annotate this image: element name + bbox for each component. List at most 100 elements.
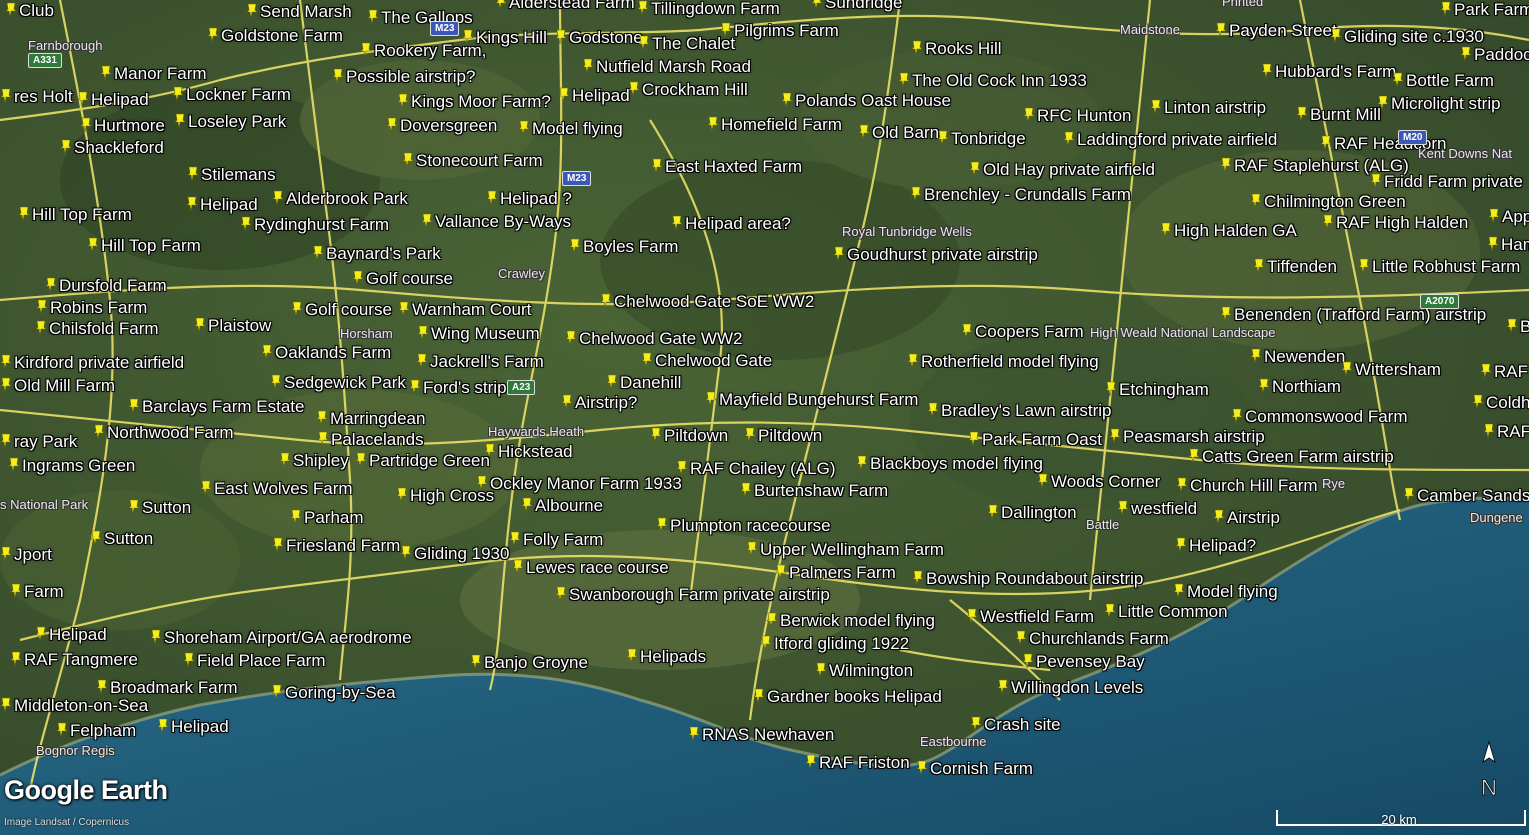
pushpin-icon[interactable] [18, 206, 30, 222]
placemark[interactable]: Middleton-on-Sea [0, 697, 148, 715]
pushpin-icon[interactable] [561, 394, 573, 410]
placemark[interactable]: Linton airstrip [1150, 99, 1266, 117]
placemark[interactable]: Old Hay private airfield [969, 161, 1155, 179]
placemark[interactable]: Pilgrims Farm [720, 22, 839, 40]
pushpin-icon[interactable] [1173, 583, 1185, 599]
placemark[interactable]: Model flying [518, 120, 623, 138]
placemark[interactable]: Partridge Green [355, 452, 490, 470]
pushpin-icon[interactable] [912, 570, 924, 586]
placemark[interactable]: Catts Green Farm airstrip [1188, 448, 1394, 466]
placemark[interactable]: Robins Farm [36, 299, 147, 317]
placemark[interactable]: Swanborough Farm private airstrip [555, 586, 830, 604]
placemark[interactable]: Shackleford [60, 139, 164, 157]
pushpin-icon[interactable] [805, 754, 817, 770]
pushpin-icon[interactable] [970, 716, 982, 732]
pushpin-icon[interactable] [1261, 63, 1273, 79]
pushpin-icon[interactable] [291, 301, 303, 317]
pushpin-icon[interactable] [961, 323, 973, 339]
placemark[interactable]: Newenden [1250, 348, 1345, 366]
pushpin-icon[interactable] [317, 431, 329, 447]
pushpin-icon[interactable] [1105, 381, 1117, 397]
placemark[interactable]: Doversgreen [386, 117, 497, 135]
pushpin-icon[interactable] [1022, 653, 1034, 669]
pushpin-icon[interactable] [766, 612, 778, 628]
placemark[interactable]: Lewes race course [512, 559, 669, 577]
pushpin-icon[interactable] [200, 480, 212, 496]
pushpin-icon[interactable] [360, 42, 372, 58]
pushpin-icon[interactable] [1023, 107, 1035, 123]
pushpin-icon[interactable] [650, 427, 662, 443]
placemark[interactable]: Burnt Mill [1296, 106, 1381, 124]
placemark[interactable]: Vallance By-Ways [421, 213, 571, 231]
placemark[interactable]: Bradley's Lawn airstrip [927, 402, 1111, 420]
pushpin-icon[interactable] [688, 726, 700, 742]
placemark[interactable]: Bro [1506, 318, 1529, 336]
placemark[interactable]: Danehill [606, 374, 681, 392]
placemark[interactable]: RAF B [1480, 363, 1529, 381]
pushpin-icon[interactable] [927, 402, 939, 418]
placemark[interactable]: Chelwood Gate SoE WW2 [600, 293, 814, 311]
map-view[interactable]: Club Send Marsh The Gallops Alderstead Farm… [0, 0, 1529, 835]
placemark[interactable]: Banjo Groyne [470, 654, 588, 672]
pushpin-icon[interactable] [1160, 222, 1172, 238]
placemark[interactable]: Helipad [157, 718, 229, 736]
pushpin-icon[interactable] [462, 29, 474, 45]
pushpin-icon[interactable] [194, 317, 206, 333]
placemark[interactable]: RAF High Halden [1322, 214, 1468, 232]
placemark[interactable]: Northwood Farm [93, 424, 234, 442]
pushpin-icon[interactable] [270, 374, 282, 390]
pushpin-icon[interactable] [966, 608, 978, 624]
placemark[interactable]: Parham [290, 509, 364, 527]
pushpin-icon[interactable] [744, 427, 756, 443]
placemark[interactable]: RAF Tangmere [10, 651, 138, 669]
pushpin-icon[interactable] [409, 379, 421, 395]
pushpin-icon[interactable] [246, 3, 258, 19]
placemark[interactable]: Hill Top Farm [87, 237, 201, 255]
pushpin-icon[interactable] [486, 190, 498, 206]
placemark[interactable]: Alderbrook Park [272, 190, 408, 208]
placemark[interactable]: Little Common [1104, 603, 1228, 621]
placemark[interactable]: Marringdean [316, 410, 425, 428]
placemark[interactable]: Homefield Farm [707, 116, 842, 134]
pushpin-icon[interactable] [279, 452, 291, 468]
placemark[interactable]: Goudhurst private airstrip [833, 246, 1038, 264]
placemark[interactable]: Kings Moor Farm? [397, 93, 551, 111]
placemark[interactable]: High Halden GA [1160, 222, 1297, 240]
pushpin-icon[interactable] [600, 293, 612, 309]
pushpin-icon[interactable] [907, 353, 919, 369]
placemark[interactable]: Camber Sands [1403, 487, 1529, 505]
pushpin-icon[interactable] [858, 124, 870, 140]
placemark[interactable]: Coldha [1472, 394, 1529, 412]
placemark[interactable]: Tillingdown Farm [637, 0, 780, 18]
placemark[interactable]: Plaistow [194, 317, 271, 335]
placemark[interactable]: Helipad [186, 196, 258, 214]
placemark[interactable]: Helipad [558, 87, 630, 105]
pushpin-icon[interactable] [1460, 46, 1472, 62]
placemark[interactable]: Airstrip? [561, 394, 637, 412]
placemark[interactable]: Lockner Farm [172, 86, 291, 104]
placemark[interactable]: Crockham Hill [628, 81, 748, 99]
placemark[interactable]: Helipads [626, 648, 706, 666]
placemark[interactable]: Fridd Farm private [1370, 173, 1523, 191]
placemark[interactable]: Manor Farm [100, 65, 207, 83]
placemark[interactable]: Piltdown [744, 427, 822, 445]
pushpin-icon[interactable] [0, 88, 12, 104]
pushpin-icon[interactable] [565, 330, 577, 346]
placemark[interactable]: Sutton [128, 499, 191, 517]
pushpin-icon[interactable] [811, 0, 823, 10]
pushpin-icon[interactable] [518, 120, 530, 136]
pushpin-icon[interactable] [1322, 214, 1334, 230]
placemark[interactable]: Payden Street [1215, 22, 1337, 40]
placemark[interactable]: Ford's strip [409, 379, 507, 397]
placemark[interactable]: Possible airstrip? [332, 68, 475, 86]
placemark[interactable]: Brenchley - Crundalls Farm [910, 186, 1131, 204]
placemark[interactable]: Microlight strip [1377, 95, 1501, 113]
pushpin-icon[interactable] [128, 398, 140, 414]
pushpin-icon[interactable] [96, 679, 108, 695]
placemark[interactable]: Jport [0, 546, 52, 564]
pushpin-icon[interactable] [720, 22, 732, 38]
pushpin-icon[interactable] [911, 40, 923, 56]
pushpin-icon[interactable] [60, 139, 72, 155]
pushpin-icon[interactable] [969, 161, 981, 177]
pushpin-icon[interactable] [558, 87, 570, 103]
